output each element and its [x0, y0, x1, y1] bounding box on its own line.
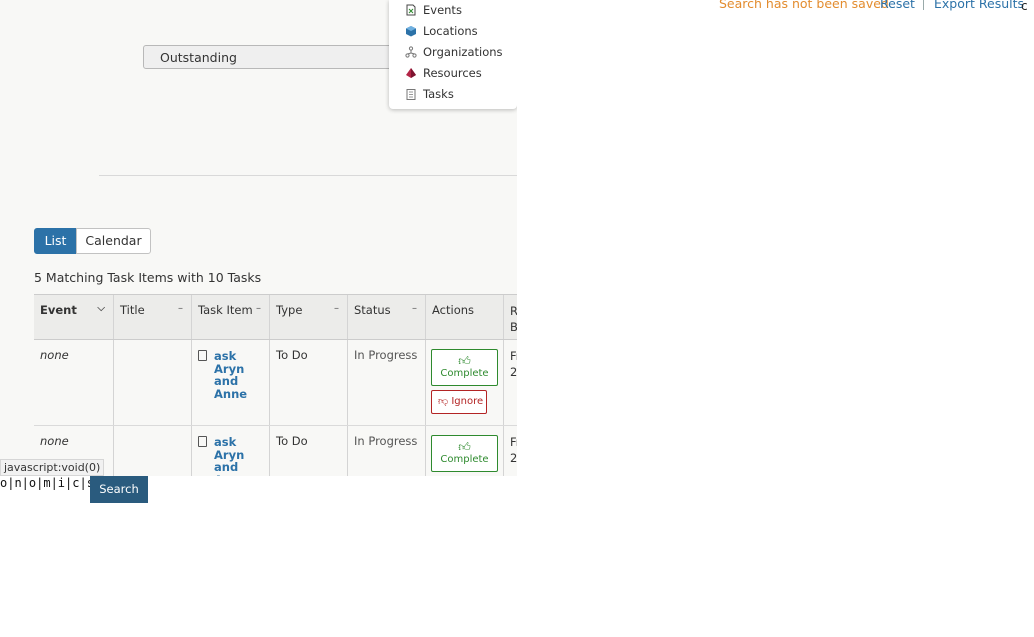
- object-type-menu: Events Locations Organizations Resources…: [389, 0, 517, 109]
- tasks-icon: [406, 89, 416, 100]
- event-cell: none: [40, 348, 69, 362]
- search-saved-status: Search has not been saved: [719, 0, 889, 11]
- header-title[interactable]: Title –: [113, 295, 191, 339]
- task-item-cell: ask Aryn and Anne: [191, 426, 269, 476]
- task-item-cell: ask Aryn and Anne: [191, 340, 269, 425]
- resources-icon: [406, 68, 416, 78]
- toolbar-separator: [923, 0, 924, 10]
- content-panel: Outstanding List Calendar 5 Matching Tas…: [0, 0, 517, 476]
- type-cell: To Do: [269, 426, 347, 476]
- menu-item-label: Resources: [423, 66, 482, 80]
- sort-icon[interactable]: –: [256, 303, 261, 314]
- outstanding-filter-select[interactable]: Outstanding: [143, 45, 403, 69]
- thumbs-down-icon: 👎︎: [438, 396, 449, 407]
- table-row: none ask Aryn and Anne To Do In Progress…: [34, 426, 517, 476]
- task-item-link[interactable]: ask Aryn and Anne: [214, 436, 263, 476]
- section-divider: [99, 175, 517, 176]
- sort-icon[interactable]: –: [334, 303, 339, 314]
- clipboard-icon: [198, 350, 207, 361]
- menu-item-label: Tasks: [423, 87, 454, 101]
- header-type[interactable]: Type –: [269, 295, 347, 339]
- organizations-icon: [405, 46, 417, 58]
- calendar-view-button[interactable]: Calendar: [76, 228, 151, 254]
- results-summary: 5 Matching Task Items with 10 Tasks: [34, 270, 262, 285]
- menu-item-label: Events: [423, 3, 462, 17]
- reset-link[interactable]: Reset: [880, 0, 915, 11]
- sort-icon[interactable]: –: [412, 303, 417, 314]
- title-cell: [113, 340, 191, 425]
- ignore-button[interactable]: 👎︎ Ignore: [431, 390, 487, 414]
- menu-item-organizations[interactable]: Organizations: [389, 43, 517, 64]
- clipboard-icon: [198, 436, 207, 447]
- header-type-label: Type: [276, 303, 303, 317]
- list-view-button[interactable]: List: [34, 228, 77, 254]
- header-event[interactable]: Event ⌵: [34, 295, 113, 339]
- actions-cell: 👍︎ Complete: [425, 426, 503, 476]
- thumbs-up-icon: 👍︎: [458, 440, 471, 454]
- complete-label: Complete: [440, 368, 489, 379]
- table-header-row: Event ⌵ Title – Task Item – Type – Statu…: [34, 294, 517, 340]
- status-bar-tooltip: javascript:void(0): [0, 459, 105, 476]
- events-icon: [406, 4, 416, 16]
- toolbar-trailing-text: c: [1021, 0, 1028, 13]
- menu-item-locations[interactable]: Locations: [389, 22, 517, 43]
- complete-button[interactable]: 👍︎ Complete: [431, 349, 498, 386]
- menu-item-label: Organizations: [423, 45, 503, 59]
- status-cell: In Progress: [347, 426, 425, 476]
- status-cell: In Progress: [347, 340, 425, 425]
- actions-cell: 👍︎ Complete 👎︎ Ignore: [425, 340, 503, 425]
- search-code-input[interactable]: o|n|o|m|i|c|s| |2|7|9|: [0, 476, 90, 491]
- task-item-link[interactable]: ask Aryn and Anne: [214, 350, 263, 400]
- header-actions: Actions: [425, 295, 503, 339]
- header-actions-label: Actions: [432, 303, 475, 317]
- table-row: none ask Aryn and Anne To Do In Progress…: [34, 340, 517, 426]
- sort-icon[interactable]: –: [178, 303, 183, 314]
- type-cell: To Do: [269, 340, 347, 425]
- complete-label: Complete: [440, 454, 489, 465]
- header-status-label: Status: [354, 303, 391, 317]
- header-truncated[interactable]: R B: [503, 295, 517, 339]
- export-results-link[interactable]: Export Results: [934, 0, 1024, 11]
- menu-item-resources[interactable]: Resources: [389, 64, 517, 85]
- chevron-down-icon[interactable]: ⌵: [97, 303, 105, 314]
- header-event-label: Event: [40, 303, 77, 317]
- menu-item-events[interactable]: Events: [389, 1, 517, 22]
- header-title-label: Title: [120, 303, 145, 317]
- menu-item-tasks[interactable]: Tasks: [389, 85, 517, 106]
- menu-item-label: Locations: [423, 24, 478, 38]
- search-button[interactable]: Search: [90, 476, 148, 503]
- title-cell: [113, 426, 191, 476]
- header-task-item-label: Task Item: [198, 303, 253, 317]
- header-status[interactable]: Status –: [347, 295, 425, 339]
- locations-icon: [406, 26, 416, 37]
- truncated-cell: Fr 20: [503, 340, 517, 425]
- thumbs-up-icon: 👍︎: [458, 354, 471, 368]
- header-task-item[interactable]: Task Item –: [191, 295, 269, 339]
- truncated-cell: Fr 20: [503, 426, 517, 476]
- ignore-label: Ignore: [451, 396, 484, 407]
- complete-button[interactable]: 👍︎ Complete: [431, 435, 498, 472]
